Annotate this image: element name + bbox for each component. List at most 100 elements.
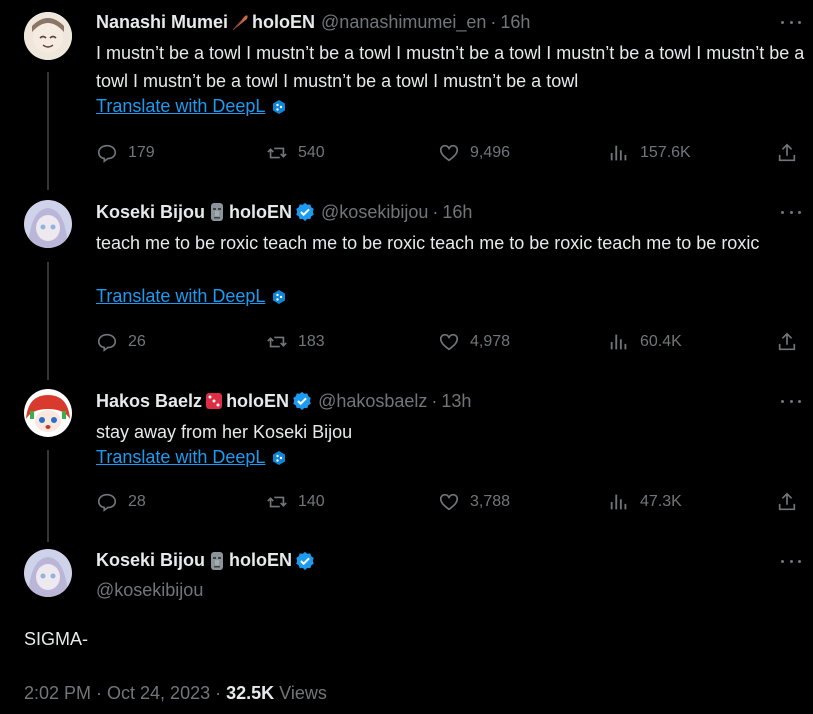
tweet-header: Koseki Bijou holoEN @kosekibijou · 16h <box>96 200 472 224</box>
view-count: 47.3K <box>640 493 682 510</box>
analytics-icon <box>610 334 627 350</box>
focused-tweet: Koseki Bijou holoEN @kosekibijou SIGMA- … <box>0 549 813 714</box>
name-suffix: holoEN <box>252 11 316 32</box>
reply-icon <box>97 144 117 163</box>
tweet-meta: 2:02 PM · Oct 24, 2023 · 32.5K Views <box>24 683 327 704</box>
tweet-header: Hakos Baelz holoEN @hakosbaelz · 13h <box>96 389 471 413</box>
user-handle[interactable]: @nanashimumei_en <box>321 12 486 33</box>
deepl-icon <box>273 99 286 114</box>
like-count: 9,496 <box>470 144 511 161</box>
tweet[interactable]: Koseki Bijou holoEN @kosekibijou · 16h t… <box>0 200 813 370</box>
avatar[interactable] <box>24 389 72 437</box>
like-count: 4,978 <box>470 333 511 350</box>
separator-dot: · <box>432 201 439 222</box>
views-count: 32.5K <box>226 683 275 703</box>
more-options-icon[interactable] <box>781 14 801 30</box>
share-button[interactable] <box>776 491 808 513</box>
tweet-time[interactable]: 13h <box>441 391 471 412</box>
moai-icon <box>207 551 227 571</box>
repost-button[interactable]: 183 <box>266 331 325 353</box>
repost-count: 540 <box>298 144 325 161</box>
feather-icon <box>230 12 250 32</box>
translate-label[interactable]: Translate with DeepL <box>96 286 265 307</box>
display-name[interactable]: Nanashi Mumei <box>96 12 228 33</box>
user-handle[interactable]: @hakosbaelz <box>318 391 427 412</box>
focus-header: Koseki Bijou holoEN <box>96 550 315 571</box>
timestamp[interactable]: 2:02 PM · Oct 24, 2023 · <box>24 683 226 703</box>
repost-icon <box>267 336 287 348</box>
heart-icon <box>439 144 459 162</box>
share-button[interactable] <box>776 331 808 353</box>
user-handle[interactable]: @kosekibijou <box>321 202 428 223</box>
like-button[interactable]: 4,978 <box>438 331 510 353</box>
repost-button[interactable]: 540 <box>266 142 325 164</box>
tweet-time[interactable]: 16h <box>500 12 530 33</box>
tweet-actions: 179 540 9,496 157.6K <box>96 142 801 166</box>
tweet-time[interactable]: 16h <box>442 202 472 223</box>
reply-button[interactable]: 26 <box>96 331 146 353</box>
moai-icon <box>207 202 227 222</box>
translate-label[interactable]: Translate with DeepL <box>96 447 265 468</box>
avatar[interactable] <box>24 12 72 60</box>
verified-badge-icon <box>296 202 314 222</box>
reply-button[interactable]: 179 <box>96 142 155 164</box>
repost-icon <box>267 496 287 508</box>
share-button[interactable] <box>776 142 808 164</box>
views-button[interactable]: 60.4K <box>608 331 682 353</box>
verified-badge-icon <box>296 551 314 570</box>
translate-link[interactable]: Translate with DeepL <box>96 286 287 307</box>
views-button[interactable]: 47.3K <box>608 491 682 513</box>
analytics-icon <box>610 145 627 161</box>
display-name[interactable]: Koseki Bijou <box>96 550 205 571</box>
like-button[interactable]: 3,788 <box>438 491 510 513</box>
dice-icon <box>204 391 224 411</box>
more-options-icon[interactable] <box>781 393 801 409</box>
heart-icon <box>439 333 459 351</box>
avatar[interactable] <box>24 200 72 248</box>
share-icon <box>778 332 796 351</box>
share-icon <box>778 143 796 162</box>
avatar[interactable] <box>24 549 72 597</box>
translate-link[interactable]: Translate with DeepL <box>96 447 287 468</box>
display-name[interactable]: Koseki Bijou <box>96 202 205 223</box>
user-handle[interactable]: @kosekibijou <box>96 580 203 601</box>
tweet-header: Nanashi Mumei holoEN @nanashimumei_en · … <box>96 10 530 34</box>
tweet-actions: 28 140 3,788 47.3K <box>96 491 801 515</box>
like-count: 3,788 <box>470 493 511 510</box>
name-suffix: holoEN <box>229 201 293 222</box>
deepl-icon <box>273 289 286 304</box>
translate-label[interactable]: Translate with DeepL <box>96 96 265 117</box>
more-options-icon[interactable] <box>781 204 801 220</box>
deepl-icon <box>273 450 286 465</box>
views-label: Views <box>274 683 327 703</box>
name-suffix: holoEN <box>229 550 293 570</box>
repost-count: 140 <box>298 493 325 510</box>
translate-link[interactable]: Translate with DeepL <box>96 96 287 117</box>
view-count: 60.4K <box>640 333 682 350</box>
separator-dot: · <box>431 390 438 411</box>
views-button[interactable]: 157.6K <box>608 142 691 164</box>
separator-dot: · <box>490 11 497 32</box>
tweet[interactable]: Nanashi Mumei holoEN @nanashimumei_en · … <box>0 10 813 180</box>
reply-icon <box>97 333 117 352</box>
tweet-text: I mustn’t be a towl I mustn’t be a towl … <box>96 43 805 91</box>
tweet[interactable]: Hakos Baelz holoEN @hakosbaelz · 13h sta… <box>0 389 813 529</box>
repost-icon <box>267 147 287 159</box>
repost-button[interactable]: 140 <box>266 491 325 513</box>
repost-count: 183 <box>298 333 325 350</box>
heart-icon <box>439 493 459 511</box>
reply-count: 28 <box>128 493 146 510</box>
view-count: 157.6K <box>640 144 691 161</box>
analytics-icon <box>610 494 627 510</box>
display-name[interactable]: Hakos Baelz <box>96 391 202 412</box>
reply-icon <box>97 493 117 512</box>
more-options-icon[interactable] <box>781 553 801 569</box>
tweet-text: SIGMA- <box>24 629 89 649</box>
reply-count: 179 <box>128 144 155 161</box>
tweet-actions: 26 183 4,978 60.4K <box>96 331 801 355</box>
like-button[interactable]: 9,496 <box>438 142 510 164</box>
share-icon <box>778 492 796 511</box>
reply-count: 26 <box>128 333 146 350</box>
reply-button[interactable]: 28 <box>96 491 146 513</box>
tweet-text: teach me to be roxic teach me to be roxi… <box>96 233 760 253</box>
